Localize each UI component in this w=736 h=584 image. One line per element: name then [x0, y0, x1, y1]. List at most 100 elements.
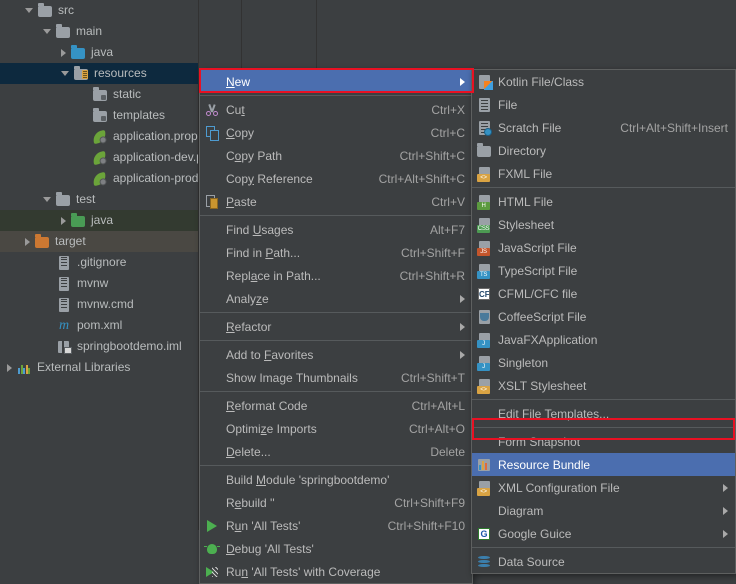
- cut-icon: [204, 102, 220, 118]
- tree-arrow-placeholder: [43, 304, 52, 305]
- menu-item-find-in-path[interactable]: Find in Path... Ctrl+Shift+F: [200, 241, 472, 264]
- tree-item-main[interactable]: main: [0, 21, 198, 42]
- tree-item-label: External Libraries: [37, 360, 131, 374]
- menu-item-resource-bundle[interactable]: Resource Bundle: [472, 453, 735, 476]
- menu-separator: [200, 340, 472, 341]
- folder-blue: [70, 45, 86, 61]
- tree-item-label: mvnw: [77, 276, 109, 290]
- menu-item-show-image-thumbnails[interactable]: Show Image Thumbnails Ctrl+Shift+T: [200, 366, 472, 389]
- tree-item-application-prod-properties[interactable]: application-prod.properties: [0, 168, 198, 189]
- tree-item-test[interactable]: test: [0, 189, 198, 210]
- menu-item-typescript-file[interactable]: TS TypeScript File: [472, 259, 735, 282]
- menu-item-stylesheet[interactable]: CSS Stylesheet: [472, 213, 735, 236]
- menu-item-google-guice[interactable]: G Google Guice: [472, 522, 735, 545]
- menu-item-singleton[interactable]: J Singleton: [472, 351, 735, 374]
- tree-arrow-down-icon[interactable]: [43, 29, 51, 34]
- tree-item-label: mvnw.cmd: [77, 297, 134, 311]
- debug-icon: [204, 541, 220, 557]
- tree-item-static[interactable]: static: [0, 84, 198, 105]
- module-icon: [56, 339, 72, 355]
- menu-item-optimize-imports[interactable]: Optimize Imports Ctrl+Alt+O: [200, 417, 472, 440]
- tree-item-mvnw-cmd[interactable]: mvnw.cmd: [0, 294, 198, 315]
- menu-item-diagram[interactable]: Diagram: [472, 499, 735, 522]
- tree-arrow-down-icon[interactable]: [25, 8, 33, 13]
- css-file-icon: CSS: [476, 217, 492, 233]
- menu-item-copy-path[interactable]: Copy Path Ctrl+Shift+C: [200, 144, 472, 167]
- tree-item-mvnw[interactable]: mvnw: [0, 273, 198, 294]
- menu-item-paste[interactable]: Paste Ctrl+V: [200, 190, 472, 213]
- js-file-icon: JS: [476, 240, 492, 256]
- tree-item-label: main: [76, 24, 103, 38]
- tree-item-resources[interactable]: resources: [0, 63, 198, 84]
- menu-item-fxml-file[interactable]: <> FXML File: [472, 162, 735, 185]
- tree-arrow-down-icon[interactable]: [61, 71, 69, 76]
- tree-item-external-libraries[interactable]: External Libraries: [0, 357, 198, 378]
- menu-item-reformat-code[interactable]: Reformat Code Ctrl+Alt+L: [200, 394, 472, 417]
- menu-item-run-all-tests-with-coverage[interactable]: Run 'All Tests' with Coverage: [200, 560, 472, 583]
- tree-arrow-down-icon[interactable]: [43, 197, 51, 202]
- context-menu[interactable]: New Cut Ctrl+X Copy Ctrl+C Copy Path Ctrl+Shif…: [199, 69, 473, 584]
- tree-item-pom-xml[interactable]: m pom.xml: [0, 315, 198, 336]
- menu-icon-empty: [204, 171, 220, 187]
- menu-icon-empty: [204, 444, 220, 460]
- menu-item-copy-reference[interactable]: Copy Reference Ctrl+Alt+Shift+C: [200, 167, 472, 190]
- menu-item-kotlin-file-class[interactable]: Kotlin File/Class: [472, 70, 735, 93]
- tree-item--gitignore[interactable]: .gitignore: [0, 252, 198, 273]
- tree-item-templates[interactable]: templates: [0, 105, 198, 126]
- menu-item-add-to-favorites[interactable]: Add to Favorites: [200, 343, 472, 366]
- tree-item-application-properties[interactable]: application.properties: [0, 126, 198, 147]
- menu-item-data-source[interactable]: Data Source: [472, 550, 735, 573]
- html-file-icon: H: [476, 194, 492, 210]
- tree-item-label: application.properties: [113, 129, 198, 143]
- menu-item-javascript-file[interactable]: JS JavaScript File: [472, 236, 735, 259]
- submenu-chevron-icon: [460, 350, 465, 359]
- menu-item-javafxapplication[interactable]: J JavaFXApplication: [472, 328, 735, 351]
- menu-item-edit-file-templates[interactable]: Edit File Templates...: [472, 402, 735, 425]
- menu-item-build-module-springbootdemo[interactable]: Build Module 'springbootdemo': [200, 468, 472, 491]
- menu-item-xslt-stylesheet[interactable]: <> XSLT Stylesheet: [472, 374, 735, 397]
- tree-arrow-right-icon[interactable]: [61, 216, 66, 225]
- menu-item-cfml-cfc-file[interactable]: CF CFML/CFC file: [472, 282, 735, 305]
- tree-arrow-right-icon[interactable]: [7, 363, 12, 372]
- tree-arrow-placeholder: [79, 178, 88, 179]
- menu-item-copy[interactable]: Copy Ctrl+C: [200, 121, 472, 144]
- menu-item-directory[interactable]: Directory: [472, 139, 735, 162]
- menu-item-html-file[interactable]: H HTML File: [472, 190, 735, 213]
- folder-orange: [34, 234, 50, 250]
- menu-icon-empty: [204, 398, 220, 414]
- menu-item-cut[interactable]: Cut Ctrl+X: [200, 98, 472, 121]
- scratch-file-icon: [476, 120, 492, 136]
- menu-item-label: CoffeeScript File: [498, 309, 587, 324]
- tree-item-springbootdemo-iml[interactable]: springbootdemo.iml: [0, 336, 198, 357]
- menu-item-run-all-tests[interactable]: Run 'All Tests' Ctrl+Shift+F10: [200, 514, 472, 537]
- menu-item-replace-in-path[interactable]: Replace in Path... Ctrl+Shift+R: [200, 264, 472, 287]
- menu-item-refactor[interactable]: Refactor: [200, 315, 472, 338]
- tree-arrow-placeholder: [43, 283, 52, 284]
- menu-item-delete[interactable]: Delete... Delete: [200, 440, 472, 463]
- tree-arrow-placeholder: [43, 262, 52, 263]
- tree-arrow-right-icon[interactable]: [61, 48, 66, 57]
- menu-item-rebuild-default[interactable]: Rebuild '' Ctrl+Shift+F9: [200, 491, 472, 514]
- menu-item-file[interactable]: File: [472, 93, 735, 116]
- menu-item-label: New: [226, 74, 251, 89]
- menu-item-xml-configuration-file[interactable]: <> XML Configuration File: [472, 476, 735, 499]
- tree-item-label: .gitignore: [77, 255, 127, 269]
- tree-item-application-dev-properties[interactable]: application-dev.properties: [0, 147, 198, 168]
- menu-item-new[interactable]: New: [200, 70, 472, 93]
- menu-item-form-snapshot[interactable]: Form Snapshot: [472, 430, 735, 453]
- menu-item-analyze[interactable]: Analyze: [200, 287, 472, 310]
- tree-item-target[interactable]: target: [0, 231, 198, 252]
- menu-item-shortcut: Ctrl+Alt+O: [408, 421, 465, 436]
- tree-item-src[interactable]: src: [0, 0, 198, 21]
- menu-item-shortcut: Ctrl+Shift+F9: [394, 495, 465, 510]
- project-tree-panel[interactable]: src main java resources static templates appli…: [0, 0, 198, 530]
- menu-item-debug-all-tests[interactable]: Debug 'All Tests': [200, 537, 472, 560]
- tree-item-java[interactable]: java: [0, 210, 198, 231]
- new-submenu[interactable]: Kotlin File/Class File Scratch File Ctrl+Al…: [471, 69, 736, 574]
- menu-item-find-usages[interactable]: Find Usages Alt+F7: [200, 218, 472, 241]
- tree-arrow-right-icon[interactable]: [25, 237, 30, 246]
- menu-item-scratch-file[interactable]: Scratch File Ctrl+Alt+Shift+Insert: [472, 116, 735, 139]
- menu-item-coffeescript-file[interactable]: CoffeeScript File: [472, 305, 735, 328]
- tree-item-java[interactable]: java: [0, 42, 198, 63]
- folder-gray: [55, 24, 71, 40]
